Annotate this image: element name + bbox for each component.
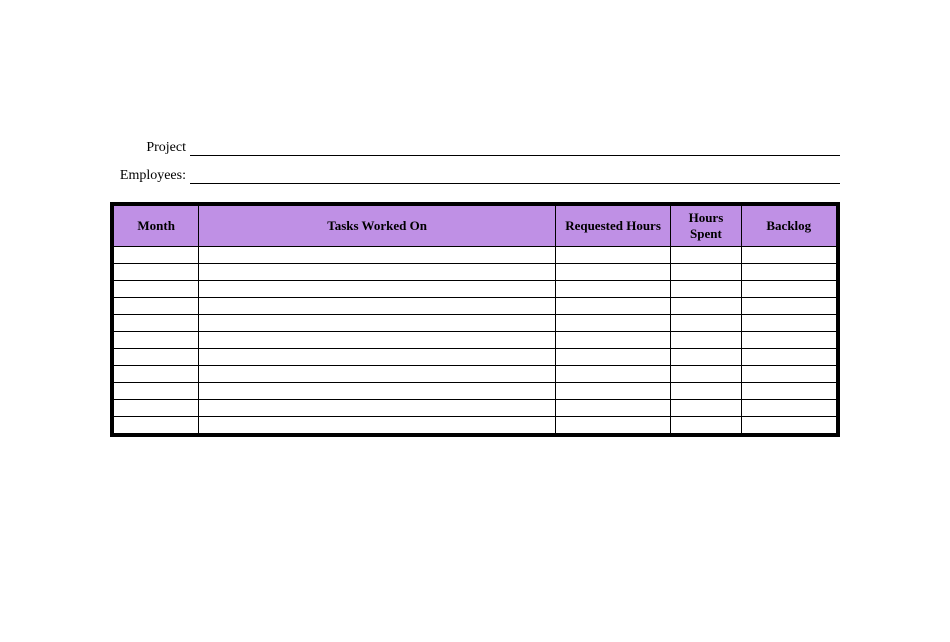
cell-requested[interactable] <box>555 366 670 383</box>
cell-hours-spent[interactable] <box>671 298 741 315</box>
cell-tasks[interactable] <box>199 366 555 383</box>
project-field-row: Project <box>110 140 840 156</box>
cell-backlog[interactable] <box>741 400 836 417</box>
header-backlog: Backlog <box>741 206 836 247</box>
table-row <box>114 383 837 400</box>
cell-requested[interactable] <box>555 298 670 315</box>
cell-hours-spent[interactable] <box>671 315 741 332</box>
table-row <box>114 298 837 315</box>
timesheet-form: Project Employees: Month Tasks Worked On… <box>0 0 950 437</box>
cell-month[interactable] <box>114 400 199 417</box>
cell-backlog[interactable] <box>741 383 836 400</box>
table-body <box>114 247 837 434</box>
cell-hours-spent[interactable] <box>671 349 741 366</box>
cell-tasks[interactable] <box>199 332 555 349</box>
cell-month[interactable] <box>114 383 199 400</box>
cell-month[interactable] <box>114 366 199 383</box>
table-row <box>114 264 837 281</box>
table-row <box>114 349 837 366</box>
cell-tasks[interactable] <box>199 349 555 366</box>
employees-label: Employees: <box>110 168 190 184</box>
cell-hours-spent[interactable] <box>671 247 741 264</box>
cell-tasks[interactable] <box>199 298 555 315</box>
header-hours-spent: Hours Spent <box>671 206 741 247</box>
header-requested: Requested Hours <box>555 206 670 247</box>
cell-backlog[interactable] <box>741 417 836 434</box>
cell-tasks[interactable] <box>199 281 555 298</box>
employees-field-row: Employees: <box>110 168 840 184</box>
cell-backlog[interactable] <box>741 349 836 366</box>
cell-tasks[interactable] <box>199 417 555 434</box>
cell-requested[interactable] <box>555 315 670 332</box>
header-tasks: Tasks Worked On <box>199 206 555 247</box>
cell-hours-spent[interactable] <box>671 264 741 281</box>
cell-hours-spent[interactable] <box>671 417 741 434</box>
cell-tasks[interactable] <box>199 400 555 417</box>
table-row <box>114 366 837 383</box>
cell-month[interactable] <box>114 349 199 366</box>
employees-input-line[interactable] <box>190 168 840 184</box>
cell-month[interactable] <box>114 264 199 281</box>
cell-backlog[interactable] <box>741 315 836 332</box>
table-row <box>114 332 837 349</box>
table-row <box>114 281 837 298</box>
cell-backlog[interactable] <box>741 281 836 298</box>
tasks-table: Month Tasks Worked On Requested Hours Ho… <box>113 205 837 434</box>
cell-month[interactable] <box>114 315 199 332</box>
cell-requested[interactable] <box>555 247 670 264</box>
cell-month[interactable] <box>114 281 199 298</box>
cell-month[interactable] <box>114 417 199 434</box>
cell-month[interactable] <box>114 332 199 349</box>
cell-hours-spent[interactable] <box>671 332 741 349</box>
cell-tasks[interactable] <box>199 383 555 400</box>
cell-requested[interactable] <box>555 281 670 298</box>
cell-requested[interactable] <box>555 400 670 417</box>
project-label: Project <box>110 140 190 156</box>
table-row <box>114 400 837 417</box>
cell-hours-spent[interactable] <box>671 366 741 383</box>
cell-month[interactable] <box>114 247 199 264</box>
cell-tasks[interactable] <box>199 264 555 281</box>
cell-requested[interactable] <box>555 349 670 366</box>
cell-requested[interactable] <box>555 383 670 400</box>
cell-tasks[interactable] <box>199 247 555 264</box>
cell-backlog[interactable] <box>741 264 836 281</box>
cell-hours-spent[interactable] <box>671 281 741 298</box>
cell-hours-spent[interactable] <box>671 400 741 417</box>
cell-hours-spent[interactable] <box>671 383 741 400</box>
cell-backlog[interactable] <box>741 366 836 383</box>
cell-requested[interactable] <box>555 264 670 281</box>
cell-requested[interactable] <box>555 417 670 434</box>
cell-backlog[interactable] <box>741 247 836 264</box>
table-row <box>114 247 837 264</box>
header-month: Month <box>114 206 199 247</box>
cell-tasks[interactable] <box>199 315 555 332</box>
cell-backlog[interactable] <box>741 298 836 315</box>
table-row <box>114 417 837 434</box>
project-input-line[interactable] <box>190 140 840 156</box>
table-header-row: Month Tasks Worked On Requested Hours Ho… <box>114 206 837 247</box>
table-row <box>114 315 837 332</box>
cell-backlog[interactable] <box>741 332 836 349</box>
cell-requested[interactable] <box>555 332 670 349</box>
tasks-table-wrap: Month Tasks Worked On Requested Hours Ho… <box>110 202 840 437</box>
cell-month[interactable] <box>114 298 199 315</box>
